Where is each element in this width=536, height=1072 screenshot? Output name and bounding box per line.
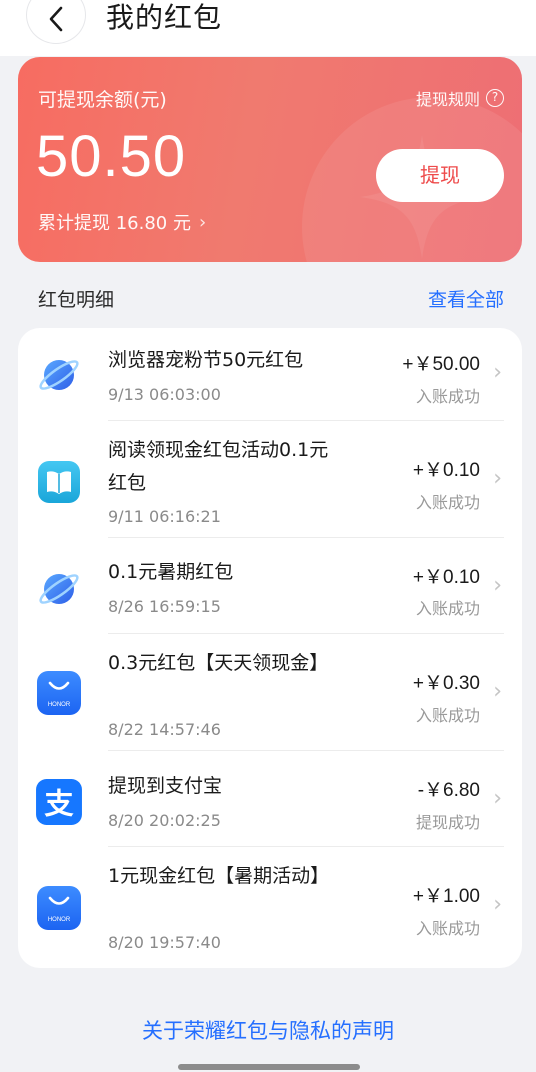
chevron-right-icon: ›: [493, 679, 502, 704]
top-bar: 我的红包: [0, 0, 536, 56]
home-indicator[interactable]: [178, 1064, 360, 1070]
balance-label: 可提现余额(元): [38, 89, 167, 111]
transaction-title: 0.1元暑期红包: [108, 561, 234, 583]
honor-shop-icon: HONOR: [37, 886, 81, 930]
transaction-title: 0.3元红包【天天领现金】: [108, 652, 329, 674]
planet-icon: [39, 574, 79, 604]
chevron-right-icon: ›: [493, 360, 502, 385]
total-withdrawn-text: 累计提现 16.80 元: [38, 213, 191, 234]
transaction-row[interactable]: HONOR 1元现金红包【暑期活动】 8/20 19:57:40 +￥1.00 …: [18, 847, 522, 968]
svg-text:HONOR: HONOR: [48, 702, 71, 708]
back-button[interactable]: [26, 0, 86, 44]
transaction-amount: -￥6.80: [417, 780, 480, 801]
details-section-title: 红包明细: [38, 289, 115, 311]
transaction-row[interactable]: 浏览器宠粉节50元红包 9/13 06:03:00 +￥50.00 入账成功 ›: [18, 328, 522, 421]
alipay-icon: 支: [36, 779, 82, 825]
planet-icon: [39, 360, 79, 390]
svg-text:HONOR: HONOR: [48, 917, 71, 923]
view-all-link[interactable]: 查看全部: [428, 285, 504, 312]
transaction-title: 阅读领现金红包活动0.1元红包: [108, 439, 329, 494]
transaction-title: 浏览器宠粉节50元红包: [108, 349, 304, 371]
chevron-right-icon: ›: [198, 211, 207, 233]
transaction-amount: +￥0.10: [412, 567, 480, 588]
chevron-right-icon: ›: [493, 786, 502, 811]
transaction-row[interactable]: 支 提现到支付宝 8/20 20:02:25 -￥6.80 提现成功 ›: [18, 751, 522, 847]
page-title: 我的红包: [106, 1, 223, 34]
transaction-row[interactable]: HONOR 0.3元红包【天天领现金】 8/22 14:57:46 +￥0.30…: [18, 634, 522, 751]
chevron-right-icon: ›: [493, 892, 502, 917]
transaction-status: 入账成功: [415, 387, 480, 406]
transaction-status: 入账成功: [415, 919, 480, 938]
transaction-status: 入账成功: [415, 599, 480, 618]
chevron-right-icon: ›: [493, 466, 502, 491]
honor-shop-icon: HONOR: [37, 671, 81, 715]
transaction-title: 1元现金红包【暑期活动】: [108, 865, 330, 887]
help-icon: ?: [486, 89, 504, 107]
transaction-status: 入账成功: [415, 706, 480, 725]
withdraw-button[interactable]: 提现: [376, 149, 504, 202]
transaction-time: 8/20 20:02:25: [108, 811, 221, 830]
transaction-status: 入账成功: [415, 493, 480, 512]
svg-text:支: 支: [44, 786, 74, 820]
transaction-time: 8/26 16:59:15: [108, 597, 221, 616]
book-icon: [38, 461, 80, 503]
transaction-title: 提现到支付宝: [108, 775, 223, 797]
transaction-time: 8/20 19:57:40: [108, 933, 221, 952]
chevron-right-icon: ›: [493, 573, 502, 598]
back-arrow-icon: [49, 6, 63, 32]
transaction-row[interactable]: 阅读领现金红包活动0.1元红包 9/11 06:16:21 +￥0.10 入账成…: [18, 421, 522, 538]
transaction-status: 提现成功: [415, 813, 480, 832]
transaction-list: 浏览器宠粉节50元红包 9/13 06:03:00 +￥50.00 入账成功 ›…: [18, 328, 522, 968]
total-withdrawn-link[interactable]: 累计提现 16.80 元 ›: [38, 209, 206, 235]
transaction-amount: +￥0.10: [412, 460, 480, 481]
withdraw-rules-label: 提现规则: [415, 90, 480, 109]
withdraw-rules-link[interactable]: 提现规则 ?: [416, 86, 504, 110]
transaction-time: 9/13 06:03:00: [108, 385, 221, 404]
privacy-statement-link[interactable]: 关于荣耀红包与隐私的声明: [0, 1015, 536, 1045]
transaction-amount: +￥50.00: [402, 354, 480, 375]
balance-card: 可提现余额(元) 提现规则 ? 50.50 提现 累计提现 16.80 元 ›: [18, 57, 522, 262]
transaction-amount: +￥0.30: [412, 673, 480, 694]
transaction-time: 8/22 14:57:46: [108, 720, 221, 739]
transaction-time: 9/11 06:16:21: [108, 507, 221, 526]
transaction-amount: +￥1.00: [412, 886, 480, 907]
transaction-row[interactable]: 0.1元暑期红包 8/26 16:59:15 +￥0.10 入账成功 ›: [18, 538, 522, 634]
balance-amount: 50.50: [36, 124, 187, 189]
